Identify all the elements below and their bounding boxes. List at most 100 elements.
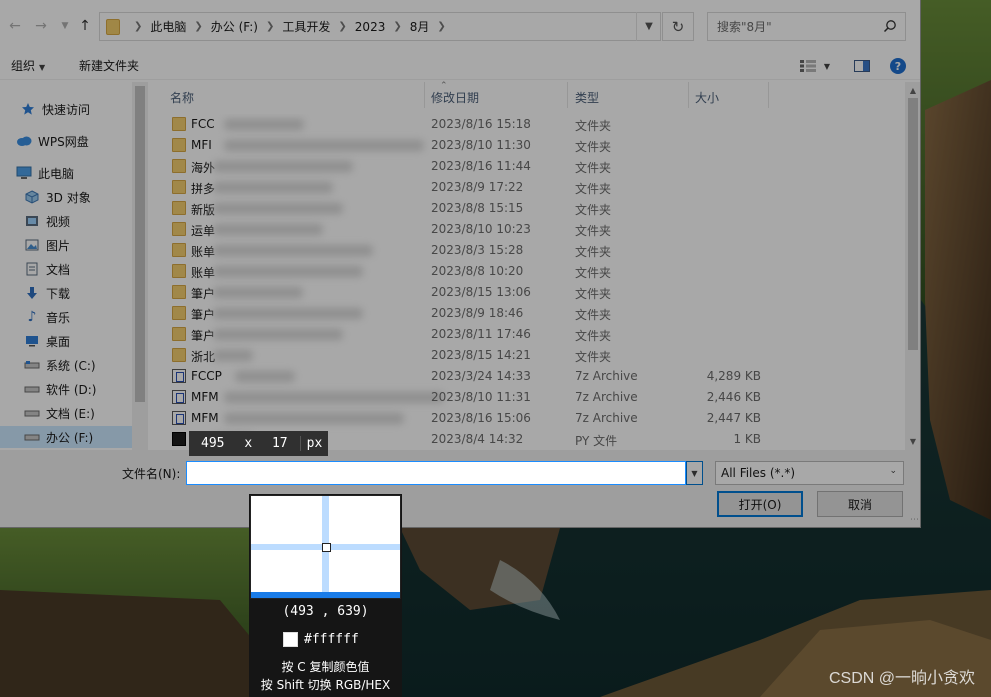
- sidebar-item-desktop[interactable]: 桌面: [0, 330, 132, 352]
- sidebar-item-documents[interactable]: 文档: [0, 258, 132, 280]
- column-header-name[interactable]: 名称: [170, 89, 194, 106]
- sidebar-item-videos[interactable]: 视频: [0, 210, 132, 232]
- filename-history-dropdown[interactable]: ▼: [686, 461, 703, 485]
- redacted-filename: [213, 161, 353, 172]
- chevron-right-icon[interactable]: ❯: [266, 21, 274, 32]
- up-arrow-icon[interactable]: ↑: [74, 14, 96, 38]
- sidebar-item-label: 软件 (D:): [46, 382, 97, 397]
- column-header-size[interactable]: 大小: [695, 89, 719, 106]
- file-list-scrollbar[interactable]: ▲ ▼: [905, 82, 920, 450]
- organize-menu[interactable]: 组织 ▼: [11, 57, 45, 74]
- scroll-up-icon[interactable]: ▲: [905, 83, 920, 97]
- sidebar-item-pictures[interactable]: 图片: [0, 234, 132, 256]
- new-folder-button[interactable]: 新建文件夹: [79, 57, 139, 74]
- chevron-right-icon[interactable]: ❯: [437, 21, 445, 32]
- file-type: 文件夹: [575, 224, 612, 238]
- file-row[interactable]: 海外 2023/8/16 11:44 文件夹: [150, 156, 905, 177]
- filename-input[interactable]: [186, 461, 686, 485]
- breadcrumb-august[interactable]: 8月: [410, 18, 430, 35]
- refresh-icon[interactable]: ↻: [662, 12, 694, 41]
- redacted-filename: [213, 203, 343, 214]
- scrollbar-thumb[interactable]: [908, 98, 918, 350]
- scrollbar-thumb[interactable]: [135, 86, 145, 402]
- file-row[interactable]: FCCP 2023/3/24 14:33 7z Archive 4,289 KB: [150, 366, 905, 387]
- cancel-button[interactable]: 取消: [817, 491, 903, 517]
- capture-unit: px: [299, 436, 329, 451]
- column-header-modified[interactable]: 修改日期: [431, 89, 479, 106]
- file-name: 运单: [191, 224, 216, 238]
- file-row[interactable]: FCC 2023/8/16 15:18 文件夹: [150, 114, 905, 135]
- file-row[interactable]: 运单 2023/8/10 10:23 文件夹: [150, 219, 905, 240]
- sidebar-item-wps-drive[interactable]: WPS网盘: [0, 130, 132, 152]
- file-date: 2023/8/16 11:44: [431, 159, 531, 173]
- file-row[interactable]: MFM 2023/8/16 15:06 7z Archive 2,447 KB: [150, 408, 905, 429]
- file-type: 文件夹: [575, 287, 612, 301]
- chevron-right-icon[interactable]: ❯: [194, 21, 202, 32]
- search-box[interactable]: [707, 12, 906, 41]
- column-divider[interactable]: [424, 82, 425, 108]
- breadcrumb-2023[interactable]: 2023: [355, 20, 386, 34]
- search-icon[interactable]: [883, 19, 897, 33]
- python-file-icon: [172, 432, 186, 446]
- file-row[interactable]: 浙北 2023/8/15 14:21 文件夹: [150, 345, 905, 366]
- column-header-type[interactable]: 类型: [575, 89, 599, 106]
- resize-grip-icon[interactable]: ⋯: [910, 515, 919, 525]
- breadcrumb-tools[interactable]: 工具开发: [282, 18, 330, 35]
- file-row[interactable]: 新版 2023/8/8 15:15 文件夹: [150, 198, 905, 219]
- drive-icon: [24, 358, 40, 372]
- sidebar-item-drive-e[interactable]: 文档 (E:): [0, 402, 132, 424]
- file-type-select[interactable]: All Files (*.*) ⌄: [715, 461, 904, 485]
- scroll-down-icon[interactable]: ▼: [905, 434, 920, 448]
- color-hex: #ffffff: [304, 632, 359, 647]
- sidebar-item-downloads[interactable]: 下载: [0, 282, 132, 304]
- chevron-right-icon[interactable]: ❯: [338, 21, 346, 32]
- file-size: 2,447 KB: [706, 411, 761, 425]
- sidebar-item-3d-objects[interactable]: 3D 对象: [0, 186, 132, 208]
- recent-locations-chevron-icon[interactable]: ▼: [54, 14, 76, 38]
- column-divider[interactable]: [768, 82, 769, 108]
- sidebar-item-drive-f[interactable]: 办公 (F:): [0, 426, 132, 448]
- cursor-coordinates: (493 , 639): [282, 604, 369, 619]
- file-row[interactable]: 筆户 2023/8/9 18:46 文件夹: [150, 303, 905, 324]
- breadcrumb-this-pc[interactable]: 此电脑: [150, 18, 186, 35]
- file-name: 海外: [191, 161, 216, 175]
- file-row[interactable]: MFI 2023/8/10 11:30 文件夹: [150, 135, 905, 156]
- sidebar-item-quick-access[interactable]: 快速访问: [0, 98, 132, 120]
- file-type: 文件夹: [575, 119, 612, 133]
- address-bar[interactable]: ❯ 此电脑 ❯ 办公 (F:) ❯ 工具开发 ❯ 2023 ❯ 8月 ❯: [99, 12, 661, 41]
- view-dropdown-caret-icon[interactable]: ▼: [820, 55, 834, 77]
- navigation-bar: ← → ▼ ↑ ❯ 此电脑 ❯ 办公 (F:) ❯ 工具开发 ❯ 2023 ❯ …: [0, 0, 920, 52]
- video-icon: [24, 214, 40, 228]
- magnifier-edge-strip: [251, 592, 400, 598]
- file-row[interactable]: 筆户 2023/8/15 13:06 文件夹: [150, 282, 905, 303]
- file-row[interactable]: 账单 2023/8/3 15:28 文件夹: [150, 240, 905, 261]
- address-history-dropdown[interactable]: ▼: [636, 12, 661, 41]
- sidebar-item-music[interactable]: ♪ 音乐: [0, 306, 132, 328]
- forward-arrow-icon[interactable]: →: [30, 14, 52, 38]
- file-row[interactable]: MFM 2023/8/10 11:31 7z Archive 2,446 KB: [150, 387, 905, 408]
- file-row[interactable]: 拼多 2023/8/9 17:22 文件夹: [150, 177, 905, 198]
- file-date: 2023/8/8 10:20: [431, 264, 524, 278]
- sidebar-item-this-pc[interactable]: 此电脑: [0, 162, 132, 184]
- preview-pane-icon[interactable]: [852, 55, 872, 77]
- back-arrow-icon[interactable]: ←: [4, 14, 26, 38]
- file-row[interactable]: 筆户 2023/8/11 17:46 文件夹: [150, 324, 905, 345]
- sidebar-scrollbar[interactable]: [132, 82, 148, 450]
- breadcrumb-drive-f[interactable]: 办公 (F:): [211, 18, 258, 35]
- archive-icon: [172, 411, 186, 425]
- sidebar-item-drive-d[interactable]: 软件 (D:): [0, 378, 132, 400]
- search-input[interactable]: [717, 19, 877, 34]
- chevron-right-icon[interactable]: ❯: [393, 21, 401, 32]
- folder-icon: [172, 180, 186, 194]
- redacted-filename: [213, 329, 343, 340]
- folder-icon: [172, 306, 186, 320]
- help-icon[interactable]: ?: [889, 55, 907, 77]
- column-divider[interactable]: [688, 82, 689, 108]
- file-date: 2023/8/15 14:21: [431, 348, 531, 362]
- open-button[interactable]: 打开(O): [717, 491, 803, 517]
- view-options-icon[interactable]: [798, 55, 818, 77]
- sidebar-item-drive-c[interactable]: 系统 (C:): [0, 354, 132, 376]
- column-divider[interactable]: [567, 82, 568, 108]
- file-type: 文件夹: [575, 161, 612, 175]
- file-row[interactable]: 账单 2023/8/8 10:20 文件夹: [150, 261, 905, 282]
